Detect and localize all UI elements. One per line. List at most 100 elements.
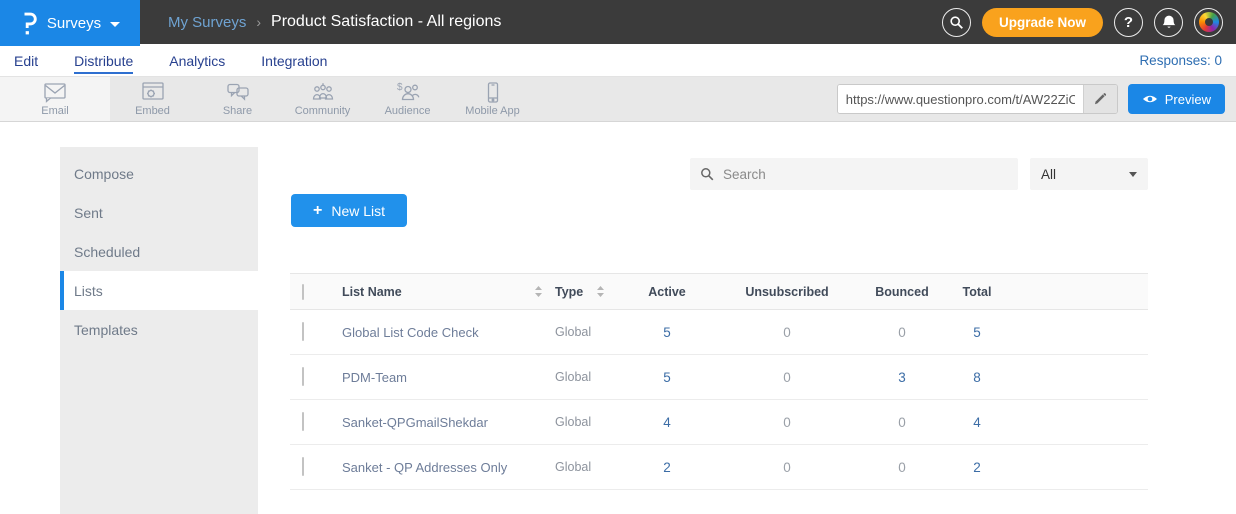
column-header-unsubscribed: Unsubscribed — [717, 285, 857, 299]
table-row: PDM-Team Global 5 0 3 8 — [290, 355, 1148, 400]
row-checkbox[interactable] — [302, 322, 304, 341]
list-type: Global — [555, 370, 617, 384]
chevron-down-icon — [110, 22, 120, 27]
list-name-link[interactable]: Sanket - QP Addresses Only — [342, 460, 555, 475]
list-active[interactable]: 5 — [617, 325, 717, 340]
toolbar-item-label: Mobile App — [465, 105, 519, 117]
list-total[interactable]: 5 — [947, 325, 1007, 340]
list-bounced[interactable]: 3 — [857, 370, 947, 385]
eye-icon — [1142, 93, 1158, 105]
notifications-button[interactable] — [1154, 8, 1183, 37]
distribute-toolbar: Email Embed Share — [0, 77, 1236, 122]
sidebar-item-lists[interactable]: Lists — [60, 271, 258, 310]
sort-icon[interactable] — [534, 285, 543, 298]
sort-icon[interactable] — [596, 285, 605, 298]
list-active[interactable]: 5 — [617, 370, 717, 385]
avatar — [1199, 12, 1219, 32]
sidebar-item-templates[interactable]: Templates — [60, 310, 258, 349]
toolbar-item-email[interactable]: Email — [0, 77, 110, 121]
list-name-link[interactable]: Global List Code Check — [342, 325, 555, 340]
list-name-link[interactable]: Sanket-QPGmailShekdar — [342, 415, 555, 430]
app-window: Surveys My Surveys › Product Satisfactio… — [0, 0, 1236, 514]
upgrade-now-button[interactable]: Upgrade Now — [982, 8, 1103, 37]
search-button[interactable] — [942, 8, 971, 37]
toolbar-spacer — [535, 77, 837, 121]
select-all-checkbox[interactable] — [302, 284, 304, 300]
table-row: Sanket - QP Addresses Only Global 2 0 0 … — [290, 445, 1148, 490]
list-type: Global — [555, 325, 617, 339]
toolbar-item-share[interactable]: Share — [195, 77, 280, 121]
surveys-menu-label: Surveys — [47, 15, 101, 32]
sidebar-item-compose[interactable]: Compose — [60, 154, 258, 193]
embed-icon — [140, 81, 166, 104]
list-active[interactable]: 4 — [617, 415, 717, 430]
search-icon — [700, 167, 714, 181]
survey-nav-tabs: Edit Distribute Analytics Integration Re… — [0, 44, 1236, 77]
toolbar-item-label: Community — [295, 105, 351, 117]
bell-icon — [1161, 14, 1177, 30]
survey-url-input[interactable] — [838, 85, 1083, 113]
list-bounced: 0 — [857, 460, 947, 475]
share-icon — [225, 81, 251, 104]
list-unsubscribed: 0 — [717, 325, 857, 340]
new-list-button[interactable]: + New List — [291, 194, 407, 227]
list-bounced: 0 — [857, 415, 947, 430]
row-checkbox[interactable] — [302, 367, 304, 386]
list-unsubscribed: 0 — [717, 460, 857, 475]
column-header-list-name: List Name — [342, 285, 402, 299]
lists-content: All + New List List Name — [258, 122, 1236, 514]
account-menu-button[interactable] — [1194, 8, 1223, 37]
search-box — [690, 158, 1018, 190]
email-icon — [42, 81, 68, 104]
row-checkbox[interactable] — [302, 457, 304, 476]
breadcrumb: My Surveys › Product Satisfaction - All … — [168, 0, 501, 44]
column-header-active: Active — [617, 285, 717, 299]
left-gutter — [0, 122, 60, 514]
breadcrumb-my-surveys-link[interactable]: My Surveys — [168, 14, 246, 31]
search-input[interactable] — [723, 167, 1008, 182]
plus-icon: + — [313, 203, 322, 219]
search-filter-row: All — [690, 158, 1148, 190]
email-sidebar: Compose Sent Scheduled Lists Templates — [60, 147, 258, 514]
breadcrumb-separator: › — [256, 14, 261, 30]
row-checkbox[interactable] — [302, 412, 304, 431]
new-list-button-label: New List — [331, 203, 385, 219]
responses-count-link[interactable]: Responses: 0 — [1139, 53, 1236, 68]
edit-url-button[interactable] — [1083, 85, 1117, 113]
list-name-link[interactable]: PDM-Team — [342, 370, 555, 385]
questionpro-logo-icon — [20, 11, 38, 36]
topbar: Surveys My Surveys › Product Satisfactio… — [0, 0, 1236, 44]
preview-button-label: Preview — [1165, 92, 1211, 107]
surveys-product-menu[interactable]: Surveys — [0, 0, 140, 46]
tab-edit[interactable]: Edit — [14, 47, 38, 74]
tab-integration[interactable]: Integration — [261, 47, 327, 74]
sidebar-item-sent[interactable]: Sent — [60, 193, 258, 232]
tab-analytics[interactable]: Analytics — [169, 47, 225, 74]
toolbar-item-mobile-app[interactable]: Mobile App — [450, 77, 535, 121]
toolbar-item-audience[interactable]: $ Audience — [365, 77, 450, 121]
list-active[interactable]: 2 — [617, 460, 717, 475]
list-filter-dropdown[interactable]: All — [1030, 158, 1148, 190]
table-header-row: List Name Type Active Unsubscribed Bounc… — [290, 273, 1148, 310]
toolbar-item-embed[interactable]: Embed — [110, 77, 195, 121]
column-header-type: Type — [555, 285, 583, 299]
sidebar-item-scheduled[interactable]: Scheduled — [60, 232, 258, 271]
audience-icon: $ — [395, 81, 421, 104]
toolbar-item-label: Share — [223, 105, 252, 117]
list-type: Global — [555, 460, 617, 474]
pencil-icon — [1093, 92, 1107, 106]
table-row: Global List Code Check Global 5 0 0 5 — [290, 310, 1148, 355]
list-total[interactable]: 8 — [947, 370, 1007, 385]
toolbar-item-label: Audience — [385, 105, 431, 117]
preview-button[interactable]: Preview — [1128, 84, 1225, 114]
community-icon — [310, 81, 336, 104]
tab-distribute[interactable]: Distribute — [74, 47, 133, 74]
toolbar-item-label: Email — [41, 105, 69, 117]
survey-url-field — [837, 84, 1118, 114]
list-total[interactable]: 2 — [947, 460, 1007, 475]
list-total[interactable]: 4 — [947, 415, 1007, 430]
help-button[interactable]: ? — [1114, 8, 1143, 37]
list-type: Global — [555, 415, 617, 429]
toolbar-item-community[interactable]: Community — [280, 77, 365, 121]
list-unsubscribed: 0 — [717, 370, 857, 385]
